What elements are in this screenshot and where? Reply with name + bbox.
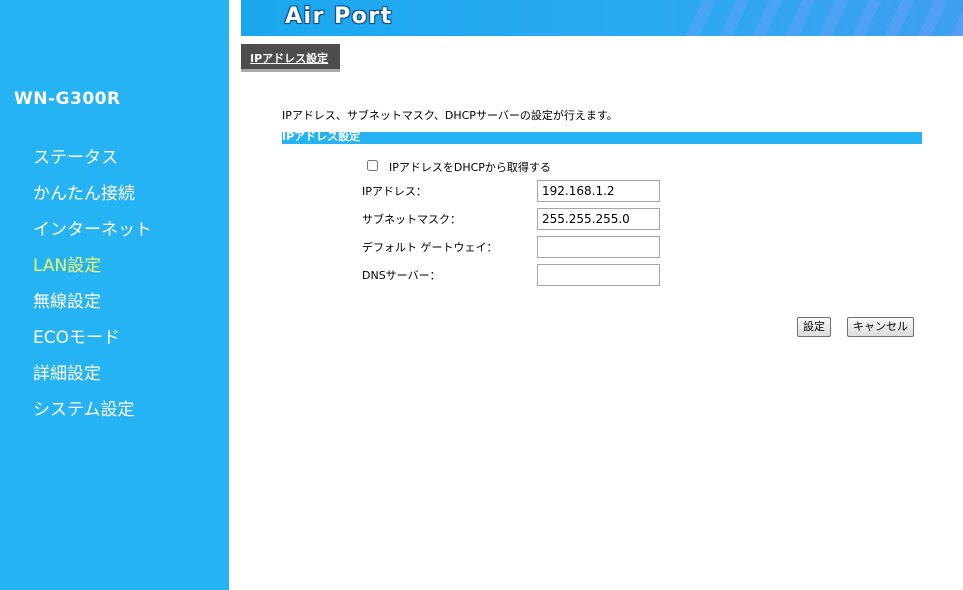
sidebar-item-wireless-settings[interactable]: 無線設定 [33,287,101,312]
header-banner: Air Port [241,0,963,36]
sidebar-item-status[interactable]: ステータス [33,143,118,168]
subnet-mask-label: サブネットマスク： [362,213,461,226]
sidebar-item-advanced-settings[interactable]: 詳細設定 [33,359,101,384]
sidebar-item-lan-settings[interactable]: LAN設定 [33,251,101,276]
dns-server-input[interactable] [537,264,660,286]
section-title: IPアドレス設定 [282,130,361,143]
page-tab[interactable]: IPアドレス設定 [241,44,340,72]
dns-server-label: DNSサーバー： [362,269,441,282]
ip-address-label: IPアドレス： [362,185,427,198]
default-gateway-input[interactable] [537,236,660,258]
model-name: WN-G300R [14,89,121,109]
apply-button[interactable]: 設定 [797,317,831,337]
sidebar-item-easy-connect[interactable]: かんたん接続 [33,179,135,204]
page-description: IPアドレス、サブネットマスク、DHCPサーバーの設定が行えます。 [282,109,618,122]
sidebar-item-internet[interactable]: インターネット [33,215,152,240]
sidebar: WN-G300R ステータス かんたん接続 インターネット LAN設定 無線設定… [0,0,229,590]
ip-address-input[interactable] [537,180,660,202]
brand-logo: Air Port [285,4,393,29]
sidebar-item-system-settings[interactable]: システム設定 [33,395,135,420]
section-header: IPアドレス設定 [282,130,922,144]
header-stripes [683,0,963,36]
sidebar-item-eco-mode[interactable]: ECOモード [33,323,120,348]
dhcp-checkbox[interactable] [367,160,378,171]
dhcp-checkbox-label[interactable]: IPアドレスをDHCPから取得する [389,159,551,175]
subnet-mask-input[interactable] [537,208,660,230]
cancel-button[interactable]: キャンセル [847,317,914,337]
page-tab-label[interactable]: IPアドレス設定 [250,50,328,66]
default-gateway-label: デフォルト ゲートウェイ： [362,241,498,254]
